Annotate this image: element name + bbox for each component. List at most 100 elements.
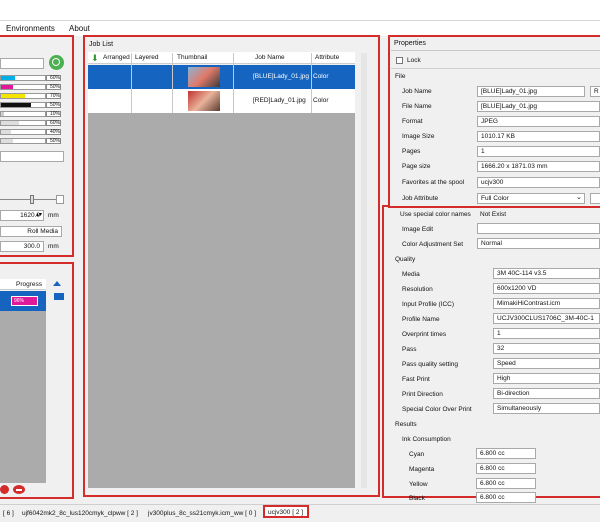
ink-bar-white [0, 111, 46, 117]
pass-quality-field[interactable]: Speed [493, 358, 600, 369]
column-thumbnail[interactable]: Thumbnail [177, 54, 207, 61]
length-unit: mm [48, 243, 59, 250]
media-label: Media [402, 271, 420, 278]
properties-detail-box [382, 205, 388, 498]
column-layered[interactable]: Layered [135, 54, 159, 61]
profile-name-label: Profile Name [402, 316, 440, 323]
queue-list-area [0, 311, 46, 483]
chevron-down-icon[interactable]: ⌄ [576, 193, 582, 201]
column-arranged[interactable]: Arranged [103, 54, 130, 61]
ink-bar-extra [0, 138, 46, 144]
ink-black-value: 6.800 cc [476, 492, 536, 503]
ink-bar-magenta [0, 84, 46, 90]
printer-name-field[interactable] [0, 58, 44, 69]
ink-level-text: 10% [46, 111, 61, 117]
job-list-title: Job List [89, 41, 114, 48]
job-name: [BLUE]Lady_01.jpg [253, 73, 310, 80]
ink-bar-yellow [0, 93, 46, 99]
width-unit: mm [48, 212, 59, 219]
job-thumbnail [188, 91, 220, 111]
input-profile-field[interactable]: MimakiHiContrast.icm [493, 298, 600, 309]
pages-label: Pages [402, 148, 421, 155]
print-direction-label: Print Direction [402, 391, 443, 398]
image-edit-label: Image Edit [402, 226, 434, 233]
ink-yellow-value: 6.800 cc [476, 478, 536, 489]
favorites-field: ucjv300 [477, 177, 600, 188]
stop-icon[interactable] [0, 485, 9, 494]
job-thumbnail [188, 67, 220, 87]
ink-black-label: Black [409, 495, 425, 502]
print-direction-field[interactable]: Bi-direction [493, 388, 600, 399]
ink-bar-clear [0, 120, 46, 126]
format-label: Format [402, 118, 423, 125]
length-value-field[interactable]: 300.0 [0, 241, 44, 252]
printer-tab[interactable]: [ 6 ] [3, 507, 14, 520]
image-size-label: Image Size [402, 133, 435, 140]
ink-level-text: 50% [46, 138, 61, 144]
delete-icon[interactable] [13, 485, 25, 494]
progress-text: 96% [14, 298, 25, 304]
ink-consumption-label: Ink Consumption [402, 436, 451, 443]
job-attribute-select[interactable]: Full Color [477, 193, 585, 204]
job-name: [RED]Lady_01.jpg [253, 97, 306, 104]
profile-name-field[interactable]: UCJV300CLUS1706C_3M-40C-1 [493, 313, 600, 324]
format-field: JPEG [477, 116, 600, 127]
spin-icon[interactable]: ▴▾ [36, 211, 42, 218]
job-row[interactable]: [RED]Lady_01.jpg Color [88, 89, 355, 113]
roll-media-button[interactable]: Roll Media [0, 226, 62, 237]
file-name-field: [BLUE]Lady_01.jpg [477, 101, 600, 112]
menu-bar [0, 0, 600, 36]
color-adjustment-field[interactable]: Normal [477, 238, 600, 249]
page-size-label: Page size [402, 163, 431, 170]
ink-cyan-label: Cyan [409, 451, 425, 458]
slider-end-icon[interactable] [56, 195, 64, 204]
ink-bar-cyan [0, 75, 46, 81]
menu-about[interactable]: About [69, 24, 90, 33]
resolution-field[interactable]: 600x1200 VD [493, 283, 600, 294]
width-slider-thumb[interactable] [30, 195, 34, 204]
ink-level-text: 50% [46, 102, 61, 108]
column-attribute[interactable]: Attribute [315, 54, 339, 61]
quality-section-header: Quality [395, 256, 416, 263]
printer-tab-active[interactable]: ucjv300 [ 2 ] [263, 505, 309, 518]
lock-label: Lock [407, 57, 421, 64]
ink-yellow-label: Yellow [409, 481, 428, 488]
queue-header: Progress [0, 279, 46, 290]
pass-field[interactable]: 32 [493, 343, 600, 354]
attribute-extra-button[interactable] [590, 193, 600, 204]
job-row[interactable]: [BLUE]Lady_01.jpg Color [88, 65, 355, 89]
fast-print-field[interactable]: High [493, 373, 600, 384]
ink-level-text: 60% [46, 75, 61, 81]
r-button[interactable]: R [590, 86, 600, 97]
printer-tab[interactable]: jv300plus_8c_ss21cmyk.icm_ww [ 0 ] [148, 507, 256, 520]
properties-tab[interactable]: Properties [394, 40, 426, 47]
ink-bar-primer [0, 129, 46, 135]
progress-header: Progress [16, 281, 43, 288]
overprint-field[interactable]: 1 [493, 328, 600, 339]
lock-checkbox[interactable] [396, 57, 403, 64]
ink-level-text: 40% [46, 129, 61, 135]
media-field[interactable]: 3M 40C-114 v3.5 [493, 268, 600, 279]
special-color-overprint-field[interactable]: Simultaneously [493, 403, 600, 414]
page-size-field: 1666.20 x 1871.03 mm [477, 161, 600, 172]
file-section-header: File [395, 73, 406, 80]
special-color-overprint-label: Special Color Over Print [402, 406, 472, 413]
job-name-field[interactable]: [BLUE]Lady_01.jpg [477, 86, 585, 97]
job-list-scrollbar[interactable] [361, 53, 367, 488]
image-edit-field[interactable] [477, 223, 600, 234]
fast-print-label: Fast Print [402, 376, 430, 383]
job-attribute-label: Job Attribute [402, 195, 439, 202]
printer-tab[interactable]: ujf6042mk2_8c_lus120cmyk_clpww [ 2 ] [22, 507, 138, 520]
refresh-icon[interactable] [49, 55, 64, 70]
menu-environments[interactable]: Environments [6, 24, 55, 33]
job-name-label: Job Name [402, 88, 432, 95]
progress-bar: 96% [11, 296, 38, 306]
scroll-up-icon[interactable] [52, 280, 62, 288]
scroll-thumb[interactable] [54, 293, 64, 300]
ink-level-text: 70% [46, 93, 61, 99]
ink-level-text: 60% [46, 120, 61, 126]
column-job-name[interactable]: Job Name [255, 54, 285, 61]
pass-label: Pass [402, 346, 417, 353]
ink-level-text: 50% [46, 84, 61, 90]
resolution-label: Resolution [402, 286, 433, 293]
